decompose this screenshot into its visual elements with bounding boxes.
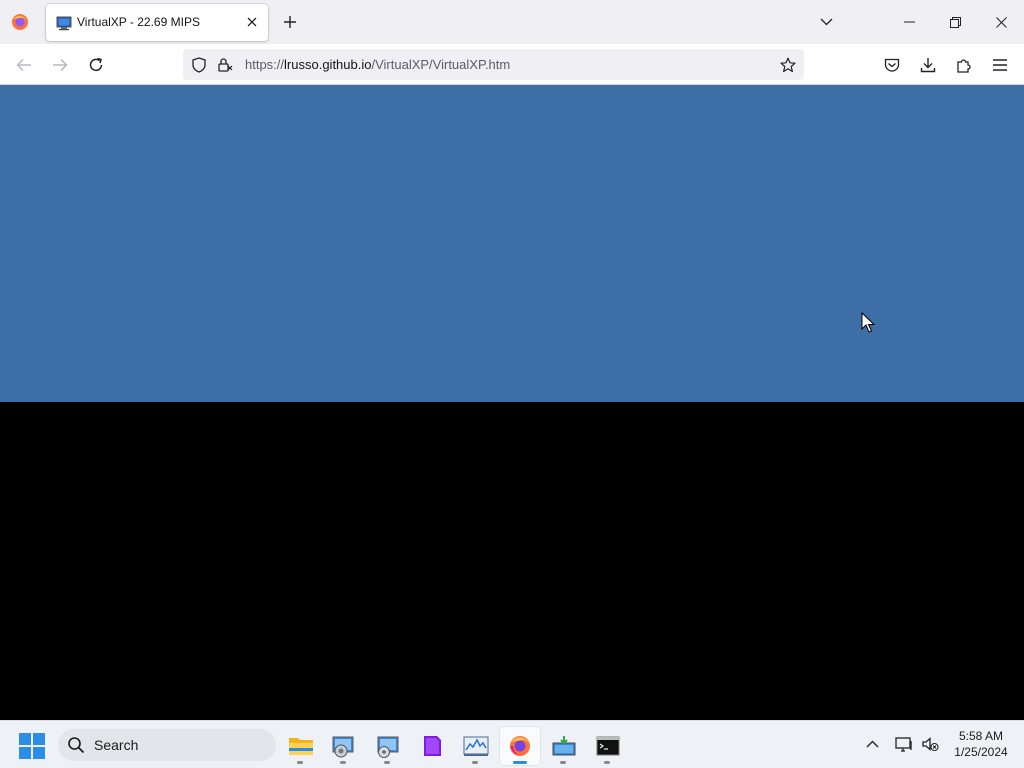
close-window-button[interactable] [978,0,1024,44]
reload-icon[interactable] [83,52,109,78]
emulator-screen[interactable] [0,85,1024,402]
start-windows-icon[interactable] [19,733,45,759]
running-indicator [384,761,390,764]
tab-virtualxp[interactable]: VirtualXP - 22.69 MIPS [46,4,268,41]
new-tab-button[interactable] [279,11,301,33]
taskbar: Search 5:58 AM 1/25/2024 [0,720,1024,768]
forward-arrow-icon[interactable] [47,52,73,78]
page-viewport[interactable] [0,85,1024,720]
list-all-tabs-chevron-icon[interactable] [815,11,837,33]
show-hidden-icons-chevron-icon[interactable] [861,733,883,755]
running-indicator [472,761,478,764]
virtualxp-monitor-icon [56,15,72,31]
back-arrow-icon[interactable] [11,52,37,78]
restore-button[interactable] [932,0,978,44]
search-placeholder: Search [94,737,139,753]
clock-date: 1/25/2024 [954,745,1008,759]
mouse-cursor-icon [861,312,875,333]
close-tab-icon[interactable] [242,12,262,32]
volume-muted-icon[interactable] [919,733,941,755]
url-text[interactable]: https://lrusso.github.io/VirtualXP/Virtu… [245,57,510,72]
taskbar-search[interactable]: Search [58,729,276,761]
app-menu-hamburger-icon[interactable] [987,52,1013,78]
system-clock[interactable]: 5:58 AM 1/25/2024 [944,728,1018,760]
navigation-toolbar: https://lrusso.github.io/VirtualXP/Virtu… [0,44,1024,85]
clock-time: 5:58 AM [958,729,1004,743]
shield-icon[interactable] [190,56,208,74]
notes-app-icon[interactable] [412,727,452,765]
control-panel-icon[interactable] [324,727,364,765]
url-host: lrusso.github.io [284,57,372,72]
downloads-icon[interactable] [915,52,941,78]
lock-icon[interactable] [216,56,234,74]
tab-title: VirtualXP - 22.69 MIPS [77,15,200,29]
running-indicator [340,761,346,764]
running-indicator [297,761,303,764]
pocket-icon[interactable] [879,52,905,78]
command-prompt-icon[interactable] [588,727,628,765]
running-indicator [560,761,566,764]
firefox-view-icon[interactable] [10,12,30,32]
search-icon [68,737,85,754]
url-path: /VirtualXP/VirtualXP.htm [371,57,511,72]
file-explorer-icon[interactable] [281,727,321,765]
bookmark-star-icon[interactable] [779,56,797,74]
active-indicator [513,761,527,764]
extensions-puzzle-icon[interactable] [951,52,977,78]
tab-strip: VirtualXP - 22.69 MIPS [0,0,1024,44]
firefox-icon[interactable] [500,727,540,765]
url-scheme: https:// [245,57,285,72]
running-indicator [604,761,610,764]
disk-management-icon[interactable] [368,727,408,765]
address-bar[interactable]: https://lrusso.github.io/VirtualXP/Virtu… [183,49,804,80]
network-icon[interactable] [893,733,915,755]
media-creation-icon[interactable] [544,727,584,765]
minimize-button[interactable] [886,0,932,44]
resource-monitor-icon[interactable] [456,727,496,765]
